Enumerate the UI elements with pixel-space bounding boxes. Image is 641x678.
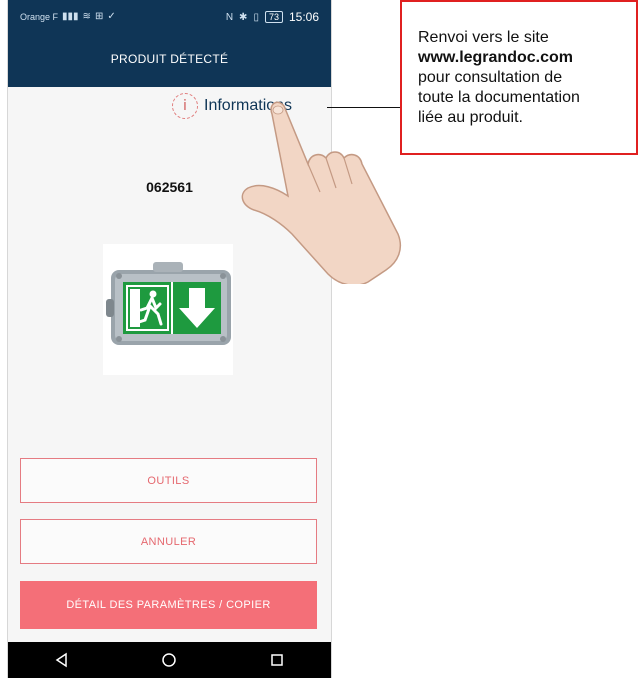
wifi-icon: ≋: [82, 11, 91, 22]
page-title: PRODUIT DÉTECTÉ: [110, 52, 229, 66]
nfc-icon: N: [225, 11, 234, 23]
exit-sign-image: [106, 262, 231, 345]
battery-level: 73: [264, 11, 283, 23]
phone-screen: Orange F ▮▮▮ ≋ ⊞ ✓ N ✱ ▯ 73 15:06 PRODUI…: [8, 0, 331, 678]
check-icon: ✓: [107, 11, 116, 22]
callout-line-4: toute la documentation: [418, 89, 580, 106]
callout-url: www.legrandoc.com: [418, 49, 573, 66]
information-label: Informations: [204, 97, 293, 114]
callout-line-3: pour consultation de: [418, 69, 563, 86]
information-link[interactable]: i Informations: [172, 93, 292, 119]
home-icon[interactable]: [149, 648, 189, 672]
app-header: Orange F ▮▮▮ ≋ ⊞ ✓ N ✱ ▯ 73 15:06 PRODUI…: [8, 0, 331, 87]
bluetooth-icon: ✱: [239, 11, 248, 23]
recent-apps-icon[interactable]: [257, 648, 297, 672]
product-code: 062561: [146, 179, 193, 195]
product-image: [103, 244, 233, 375]
callout-line-1: Renvoi vers le site: [418, 29, 549, 46]
android-navbar: [8, 642, 331, 678]
notification-icon: ⊞: [94, 11, 104, 22]
outils-button[interactable]: OUTILS: [20, 458, 317, 503]
status-time: 15:06: [288, 10, 319, 24]
status-bar-left: Orange F ▮▮▮ ≋ ⊞ ✓: [20, 11, 116, 22]
annuler-button[interactable]: ANNULER: [20, 519, 317, 564]
main-content: i Informations 062561 OUTILS ANNULER DÉT…: [8, 87, 331, 642]
carrier-label: Orange F: [20, 11, 59, 22]
signal-icon: ▮▮▮: [62, 11, 79, 22]
back-icon[interactable]: [42, 648, 82, 672]
callout-line-5: liée au produit.: [418, 109, 523, 126]
status-bar-right: N ✱ ▯ 73 15:06: [226, 10, 319, 24]
vibrate-icon: ▯: [253, 11, 259, 23]
info-icon: i: [172, 93, 198, 119]
detail-parametres-button[interactable]: DÉTAIL DES PARAMÈTRES / COPIER: [20, 581, 317, 629]
callout-connector-line: [327, 107, 400, 108]
callout-box: Renvoi vers le site www.legrandoc.com po…: [400, 0, 638, 155]
